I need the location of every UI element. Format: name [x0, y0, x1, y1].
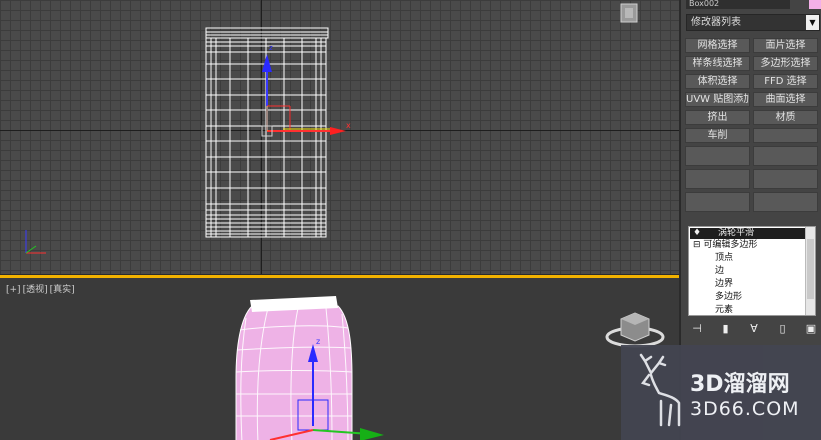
empty-button[interactable] [685, 169, 750, 189]
lathe-button[interactable]: 车削 [685, 128, 750, 143]
empty-button[interactable] [753, 146, 818, 166]
wireframe-mesh[interactable]: x z [0, 0, 679, 274]
modifier-button-set: 网格选择 面片选择 样条线选择 多边形选择 体积选择 FFD 选择 UVW 贴图… [685, 38, 819, 215]
ffd-select-button[interactable]: FFD 选择 [753, 74, 818, 89]
empty-button[interactable] [753, 192, 818, 212]
stack-toolbar: ⊣ ▮ ∀ ▯ ▣ [690, 322, 818, 336]
empty-button[interactable] [753, 169, 818, 189]
collapse-toggle-icon[interactable]: ⊟ [693, 240, 701, 250]
stack-scrollbar[interactable] [805, 227, 815, 315]
modifier-list-label: 修改器列表 [691, 17, 741, 28]
surface-select-button[interactable]: 曲面选择 [753, 92, 818, 107]
spline-select-button[interactable]: 样条线选择 [685, 56, 750, 71]
scrollbar-thumb[interactable] [807, 239, 814, 299]
sub-object-border[interactable]: 边界 [715, 279, 733, 290]
sub-object-polygon[interactable]: 多边形 [715, 292, 742, 303]
object-color-swatch[interactable] [809, 0, 821, 9]
vol-select-button[interactable]: 体积选择 [685, 74, 750, 89]
gizmo-x-label: x [346, 121, 351, 130]
transform-gizmo[interactable]: x z [261, 44, 351, 137]
front-viewport[interactable]: x z [0, 0, 679, 274]
shaded-mesh[interactable]: z [0, 278, 679, 440]
watermark-url: 3D66.COM [690, 398, 800, 420]
lightbulb-icon[interactable]: ♦ [693, 228, 701, 238]
remove-modifier-icon[interactable]: ▯ [776, 322, 790, 336]
poly-select-button[interactable]: 多边形选择 [753, 56, 818, 71]
stack-item-edit-poly[interactable]: ⊟ 可编辑多边形 [693, 240, 757, 251]
viewcube-icon[interactable] [605, 305, 665, 349]
modifier-stack[interactable]: ♦ 涡轮平滑 ⊟ 可编辑多边形 顶点 边 边界 多边形 元素 [688, 226, 816, 316]
perspective-viewport[interactable]: [+] [透视] [真实] z [0, 275, 679, 440]
deer-logo-icon [639, 353, 681, 427]
empty-button[interactable] [685, 146, 750, 166]
gizmo-z-label: z [269, 44, 273, 52]
modifier-list-dropdown[interactable]: 修改器列表 ▼ [686, 14, 820, 31]
show-end-result-icon[interactable]: ▮ [719, 322, 733, 336]
persp-gizmo-z-label: z [316, 337, 320, 346]
empty-button[interactable] [753, 128, 818, 143]
mesh-select-button[interactable]: 网格选择 [685, 38, 750, 53]
uvw-map-add-button[interactable]: UVW 贴图添加 [685, 92, 750, 107]
stack-item-label: 可编辑多边形 [703, 240, 758, 250]
make-unique-icon[interactable]: ∀ [747, 322, 761, 336]
viewcube-icon[interactable] [613, 0, 645, 26]
extrude-button[interactable]: 挤出 [685, 110, 750, 125]
stack-item-turbosmooth[interactable]: ♦ 涡轮平滑 [690, 228, 806, 239]
sub-object-edge[interactable]: 边 [715, 266, 724, 277]
watermark-brand: 3D溜溜网 [690, 372, 790, 397]
chevron-down-icon[interactable]: ▼ [806, 15, 819, 30]
empty-button[interactable] [685, 192, 750, 212]
patch-select-button[interactable]: 面片选择 [753, 38, 818, 53]
sub-object-vertex[interactable]: 顶点 [715, 253, 733, 264]
material-button[interactable]: 材质 [753, 110, 818, 125]
pin-stack-icon[interactable]: ⊣ [690, 322, 704, 336]
object-name-field[interactable]: Box002 [686, 0, 790, 9]
stack-item-label: 涡轮平滑 [717, 228, 754, 238]
world-axis-tripod [25, 230, 46, 254]
sub-object-element[interactable]: 元素 [715, 305, 733, 316]
configure-sets-icon[interactable]: ▣ [804, 322, 818, 336]
